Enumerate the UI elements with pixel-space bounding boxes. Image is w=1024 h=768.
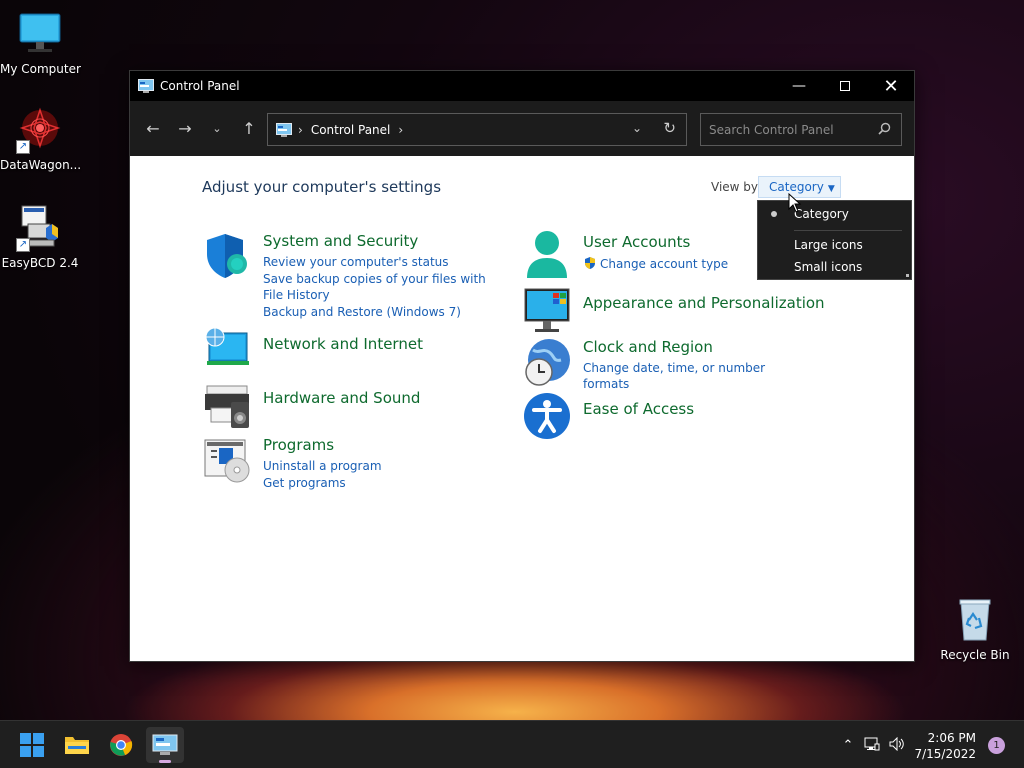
accessibility-icon xyxy=(523,392,571,440)
category-title[interactable]: User Accounts xyxy=(583,233,690,251)
search-icon[interactable] xyxy=(878,122,891,139)
resize-grip-icon xyxy=(906,274,909,277)
control-panel-taskbar-button[interactable] xyxy=(146,727,184,763)
control-panel-icon xyxy=(152,734,178,755)
control-panel-window: Control Panel — ✕ ← → ⌄ ↑ › Control Pane… xyxy=(129,70,915,662)
page-heading: Adjust your computer's settings xyxy=(202,178,442,196)
minimize-icon: — xyxy=(792,78,806,94)
link-change-date-time-formats[interactable]: Change date, time, or number formats xyxy=(583,360,813,392)
start-button[interactable] xyxy=(13,727,51,763)
window-title: Control Panel xyxy=(160,79,240,93)
arrow-left-icon: ← xyxy=(146,119,160,138)
computer-monitor-icon xyxy=(16,10,64,58)
system-tray: ⌃ xyxy=(838,721,908,768)
easybcd-icon: ↗ xyxy=(16,204,64,252)
datawagon-icon: ↗ xyxy=(16,106,64,154)
menu-item-small-icons[interactable]: Small icons xyxy=(794,260,862,274)
desktop-icon-label: My Computer xyxy=(0,62,81,76)
link-uninstall-program[interactable]: Uninstall a program xyxy=(263,458,493,474)
link-review-status[interactable]: Review your computer's status xyxy=(263,254,493,270)
category-title[interactable]: Hardware and Sound xyxy=(263,389,420,407)
selected-dot-icon xyxy=(771,211,777,217)
view-by-selected: Category xyxy=(769,180,824,194)
clock-time: 2:06 PM xyxy=(927,731,976,745)
category-title[interactable]: Programs xyxy=(263,436,334,454)
desktop-icon-my-computer[interactable]: My Computer xyxy=(0,10,81,76)
category-title[interactable]: Appearance and Personalization xyxy=(583,294,825,312)
maximize-button[interactable] xyxy=(822,71,868,101)
network-icon[interactable] xyxy=(858,736,886,755)
arrow-up-icon: ↑ xyxy=(242,119,256,138)
navigation-bar: ← → ⌄ ↑ › Control Panel › ⌄ ↻ Search Con… xyxy=(130,101,914,156)
desktop-icon-label: Recycle Bin xyxy=(940,648,1010,662)
monitor-palette-icon xyxy=(523,287,571,335)
volume-icon[interactable] xyxy=(886,736,908,755)
desktop-icon-label: EasyBCD 2.4 xyxy=(1,256,79,270)
category-title[interactable]: Ease of Access xyxy=(583,400,694,418)
shield-icon xyxy=(203,232,251,280)
user-icon xyxy=(523,230,571,278)
category-title[interactable]: Clock and Region xyxy=(583,338,713,356)
recycle-bin-icon xyxy=(951,596,999,644)
category-title[interactable]: Network and Internet xyxy=(263,335,423,353)
chrome-icon xyxy=(110,734,133,756)
active-indicator xyxy=(159,760,171,763)
maximize-icon xyxy=(840,81,850,91)
minimize-button[interactable]: — xyxy=(776,71,822,101)
desktop-icon-datawagon[interactable]: ↗ DataWagon... xyxy=(0,106,82,172)
printer-speaker-icon xyxy=(203,382,251,430)
folder-icon xyxy=(65,737,89,754)
menu-separator xyxy=(794,230,902,231)
clock-date: 7/15/2022 xyxy=(914,747,976,761)
close-button[interactable]: ✕ xyxy=(868,71,914,101)
shortcut-arrow-icon: ↗ xyxy=(16,140,30,154)
search-input[interactable]: Search Control Panel xyxy=(709,123,834,137)
caret-down-icon: ▼ xyxy=(827,184,835,194)
desktop-icon-label: DataWagon... xyxy=(0,158,82,172)
up-button[interactable]: ↑ xyxy=(234,114,264,144)
link-backup-restore[interactable]: Backup and Restore (Windows 7) xyxy=(263,304,493,320)
windows-logo-icon xyxy=(20,733,44,757)
address-dropdown-icon[interactable]: ⌄ xyxy=(632,121,642,135)
arrow-right-icon: → xyxy=(178,119,192,138)
taskbar: ⌃ 2:06 PM 7/15/2022 1 xyxy=(0,720,1024,768)
view-by-menu: Category Large icons Small icons xyxy=(757,200,912,280)
menu-item-category[interactable]: Category xyxy=(794,207,849,221)
title-bar[interactable]: Control Panel — ✕ xyxy=(130,71,914,101)
file-explorer-button[interactable] xyxy=(58,727,96,763)
desktop-icon-easybcd[interactable]: ↗ EasyBCD 2.4 xyxy=(0,204,80,270)
category-title[interactable]: System and Security xyxy=(263,232,418,250)
desktop-icon-recycle-bin[interactable]: Recycle Bin xyxy=(935,596,1015,662)
refresh-icon[interactable]: ↻ xyxy=(663,119,676,137)
close-icon: ✕ xyxy=(883,75,899,97)
link-text: Change account type xyxy=(600,257,729,271)
chevron-right-icon[interactable]: › xyxy=(298,123,303,137)
control-panel-icon xyxy=(138,79,154,93)
link-get-programs[interactable]: Get programs xyxy=(263,475,493,491)
back-button[interactable]: ← xyxy=(138,114,168,144)
link-file-history[interactable]: Save backup copies of your files with Fi… xyxy=(263,271,493,303)
clock[interactable]: 2:06 PM 7/15/2022 xyxy=(914,730,976,762)
shortcut-arrow-icon: ↗ xyxy=(16,238,30,252)
show-hidden-icons-button[interactable]: ⌃ xyxy=(838,738,858,753)
network-globe-icon xyxy=(203,325,251,373)
chevron-down-icon: ⌄ xyxy=(212,122,222,135)
search-box[interactable]: Search Control Panel xyxy=(700,113,902,146)
clock-globe-icon xyxy=(523,338,571,386)
recent-locations-button[interactable]: ⌄ xyxy=(202,114,232,144)
view-by-label: View by: xyxy=(711,180,762,194)
forward-button[interactable]: → xyxy=(170,114,200,144)
mouse-cursor-icon xyxy=(788,192,802,213)
programs-disc-icon xyxy=(203,436,251,484)
address-bar[interactable]: › Control Panel › ⌄ ↻ xyxy=(267,113,687,146)
chevron-right-icon[interactable]: › xyxy=(398,123,403,137)
notification-badge[interactable]: 1 xyxy=(988,737,1005,754)
uac-shield-icon xyxy=(585,257,595,269)
menu-item-large-icons[interactable]: Large icons xyxy=(794,238,863,252)
breadcrumb-control-panel[interactable]: Control Panel xyxy=(311,123,391,137)
control-panel-icon xyxy=(276,122,292,137)
chrome-button[interactable] xyxy=(102,727,140,763)
